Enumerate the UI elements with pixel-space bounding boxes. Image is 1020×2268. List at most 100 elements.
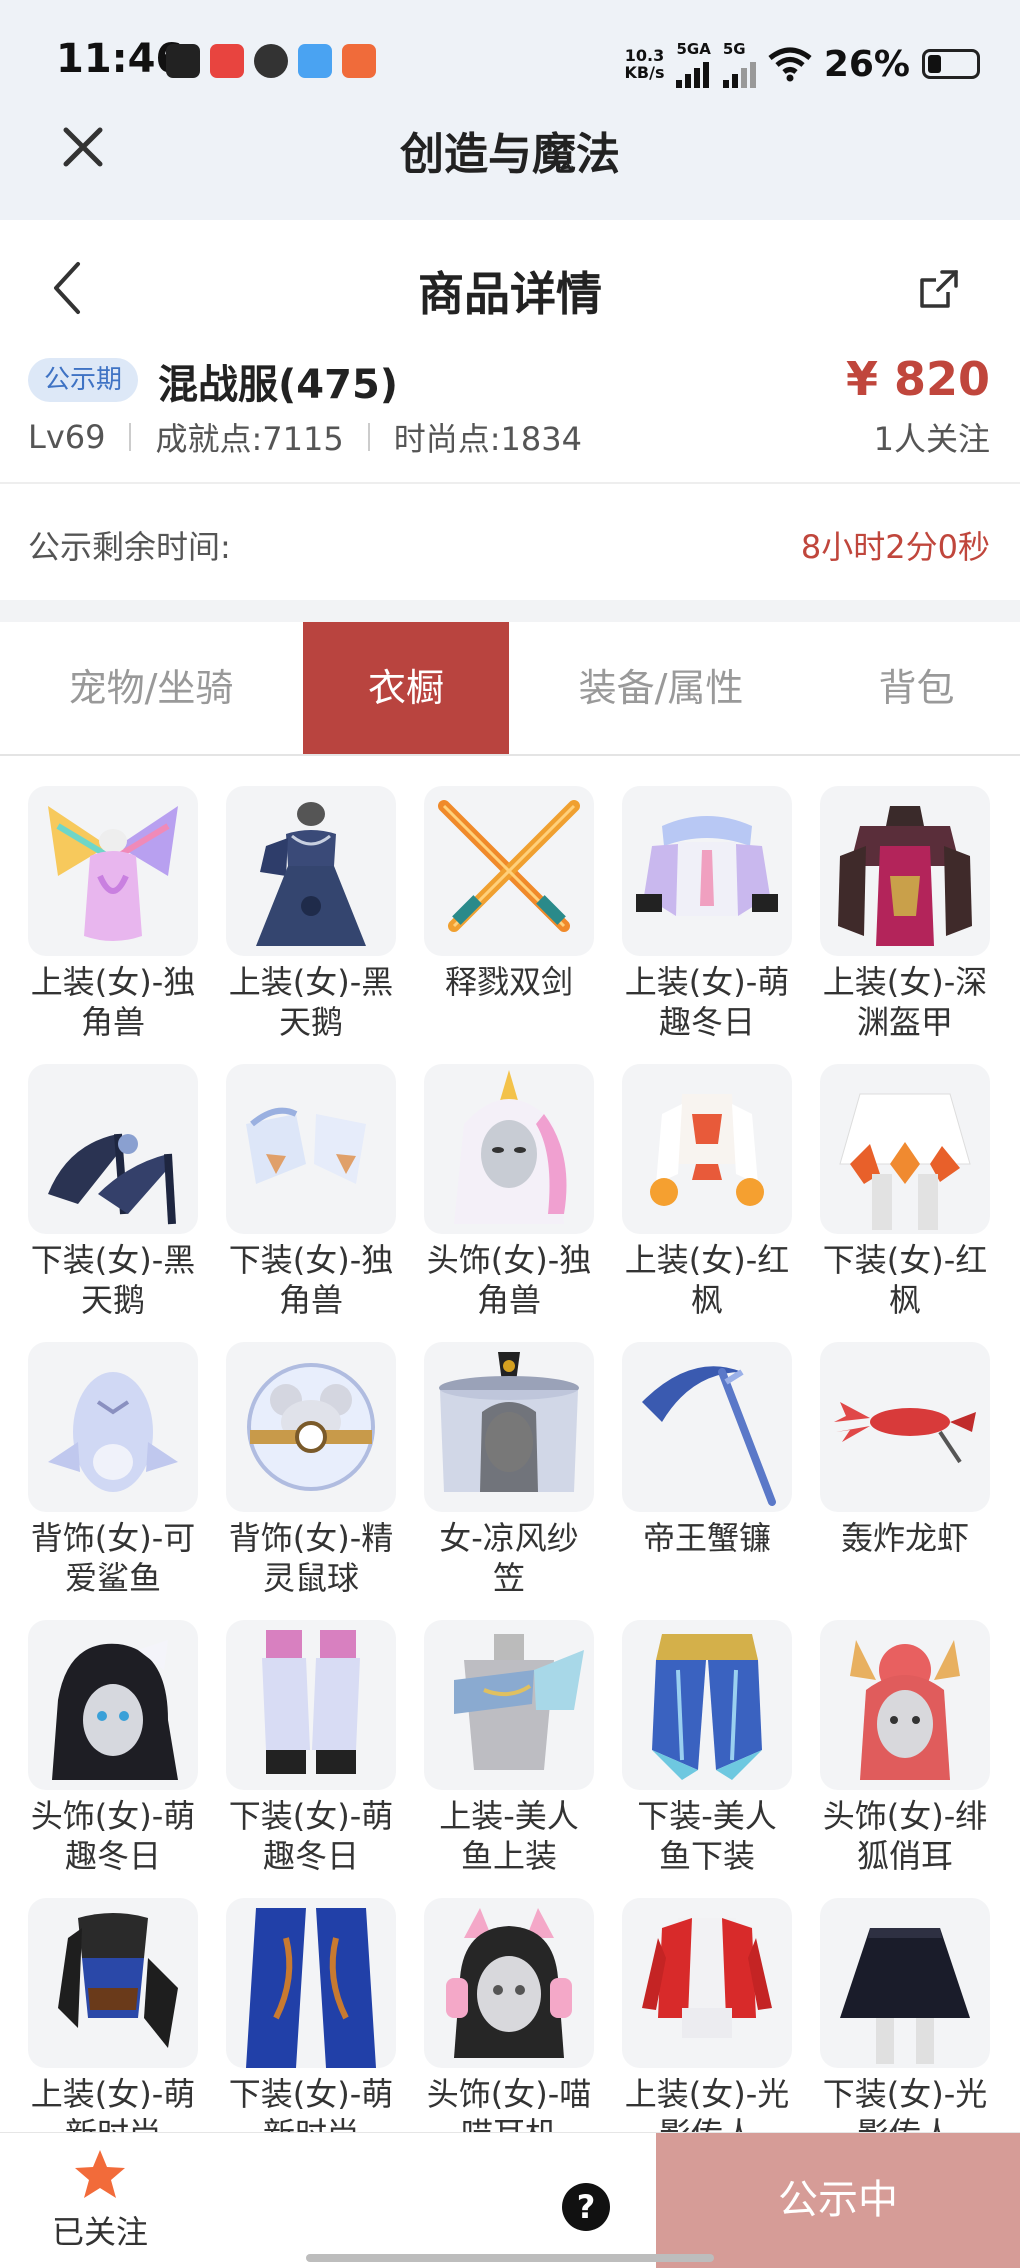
cat-headphones-icon [424,1898,594,2068]
mermaid-top-icon [424,1620,594,1790]
black-swan-dress-icon [226,786,396,956]
tab-pets-mounts[interactable]: 宠物/坐骑 [0,622,302,754]
wardrobe-item[interactable]: 上装(女)-光影传人 [622,1898,792,2154]
bottom-action-bar: 已关注 ? 公示中 [0,2132,1020,2268]
video-app-icon [210,44,244,78]
item-label: 女-凉风纱笠 [439,1519,579,1597]
app-notification-icon [166,44,200,78]
abyss-armor-icon [820,786,990,956]
notification-icons [166,44,376,78]
item-label: 上装(女)-黑天鹅 [228,963,394,1041]
help-icon[interactable]: ? [562,2183,610,2231]
wardrobe-item[interactable]: 下装-美人鱼下装 [622,1620,792,1876]
achievement-points: 成就点:7115 [155,420,344,458]
item-label: 背饰(女)-精灵鼠球 [228,1519,394,1597]
wardrobe-item[interactable]: 下装(女)-红枫 [820,1064,990,1320]
wardrobe-item[interactable]: 头饰(女)-萌趣冬日 [28,1620,198,1876]
share-icon[interactable] [918,268,960,310]
app-title: 创造与魔法 [0,118,1020,182]
divider [367,423,370,451]
wardrobe-item[interactable]: 下装(女)-独角兽 [226,1064,396,1320]
item-label: 帝王蟹镰 [642,1519,771,1557]
status-badge: 公示期 [28,358,139,402]
top-area: 11:46 10.3 KB/s 5GA 5G 26% 创造与魔法 [0,0,1020,220]
winter-headwear-icon [28,1620,198,1790]
wardrobe-item[interactable]: 上装(女)-独角兽 [28,786,198,1042]
wardrobe-item[interactable]: 下装(女)-黑天鹅 [28,1064,198,1320]
item-label: 头饰(女)-萌趣冬日 [30,1797,196,1875]
divider [129,423,132,451]
wardrobe-item[interactable]: 背饰(女)-可爱鲨鱼 [28,1342,198,1598]
star-icon [75,2150,125,2198]
remaining-time-label: 公示剩余时间: [28,528,231,566]
wardrobe-item[interactable]: 上装(女)-红枫 [622,1064,792,1320]
item-label: 释戮双剑 [444,963,573,1001]
maple-top-icon [622,1064,792,1234]
winter-bottoms-icon [226,1620,396,1790]
mouse-ball-icon [226,1342,396,1512]
network-speed: 10.3 KB/s [625,47,665,81]
item-label: 头饰(女)-独角兽 [426,1241,592,1319]
shark-backpack-icon [28,1342,198,1512]
level: Lv69 [28,418,106,456]
home-indicator[interactable] [306,2254,714,2262]
divider [0,482,1020,484]
wardrobe-item[interactable]: 头饰(女)-绯狐俏耳 [820,1620,990,1876]
red-jacket-icon [622,1898,792,2068]
bird-app-icon [254,44,288,78]
item-label: 上装(女)-萌趣冬日 [624,963,790,1041]
item-label: 下装-美人鱼下装 [637,1797,777,1875]
signal-5ga: 5GA [676,40,711,88]
fashion-points: 时尚点:1834 [393,420,582,458]
wifi-icon [768,47,812,82]
follow-button[interactable]: 已关注 [40,2147,160,2257]
network-speed-value: 10.3 [624,46,665,65]
unicorn-top-icon [28,786,198,956]
signal-bars-icon [676,58,710,88]
wardrobe-item[interactable]: 上装(女)-深渊盔甲 [820,786,990,1042]
wardrobe-item[interactable]: 头饰(女)-喵喵耳机 [424,1898,594,2154]
tab-backpack[interactable]: 背包 [813,622,1020,754]
network-speed-unit: KB/s [624,63,665,82]
item-label: 上装(女)-红枫 [624,1241,790,1319]
wardrobe-item[interactable]: 下装(女)-萌新时尚 [226,1898,396,2154]
listing-price: ¥ 820 [845,352,990,406]
blue-corset-icon [28,1898,198,2068]
item-label: 上装(女)-深渊盔甲 [822,963,988,1041]
wardrobe-item[interactable]: 下装(女)-光影传人 [820,1898,990,2154]
wardrobe-item[interactable]: 头饰(女)-独角兽 [424,1064,594,1320]
wardrobe-item[interactable]: 上装-美人鱼上装 [424,1620,594,1876]
tab-wardrobe[interactable]: 衣橱 [303,622,509,754]
tab-equipment-attributes[interactable]: 装备/属性 [510,622,812,754]
listing-title: 混战服(475) [158,362,399,408]
item-label: 下装(女)-独角兽 [228,1241,394,1319]
blue-pants-icon [226,1898,396,2068]
wardrobe-item[interactable]: 女-凉风纱笠 [424,1342,594,1598]
wardrobe-item[interactable]: 上装(女)-黑天鹅 [226,786,396,1042]
page-title: 商品详情 [418,267,602,321]
signal-5g: 5G [722,40,756,88]
item-label: 背饰(女)-可爱鲨鱼 [30,1519,196,1597]
wardrobe-item[interactable]: 帝王蟹镰 [622,1342,792,1558]
item-label: 下装(女)-红枫 [822,1241,988,1319]
crab-scythe-icon [622,1342,792,1512]
follow-label: 已关注 [51,2213,148,2251]
battery-icon [922,49,980,79]
mermaid-bottom-icon [622,1620,792,1790]
wardrobe-item[interactable]: 上装(女)-萌新时尚 [28,1898,198,2154]
veil-hat-icon [424,1342,594,1512]
wardrobe-item[interactable]: 背饰(女)-精灵鼠球 [226,1342,396,1598]
publicity-status-button[interactable]: 公示中 [656,2133,1020,2268]
unicorn-hood-icon [424,1064,594,1234]
wardrobe-item[interactable]: 轰炸龙虾 [820,1342,990,1558]
wardrobe-item[interactable]: 下装(女)-萌趣冬日 [226,1620,396,1876]
item-label: 下装(女)-黑天鹅 [30,1241,196,1319]
battery-percent: 26% [823,43,910,85]
unicorn-boots-icon [226,1064,396,1234]
item-label: 轰炸龙虾 [840,1519,969,1557]
wardrobe-item[interactable]: 上装(女)-萌趣冬日 [622,786,792,1042]
wardrobe-item[interactable]: 释戮双剑 [424,786,594,1002]
listing-meta: Lv69 成就点:7115 时尚点:1834 [28,414,582,460]
status-time: 11:46 [56,36,184,82]
cloud-app-icon [298,44,332,78]
